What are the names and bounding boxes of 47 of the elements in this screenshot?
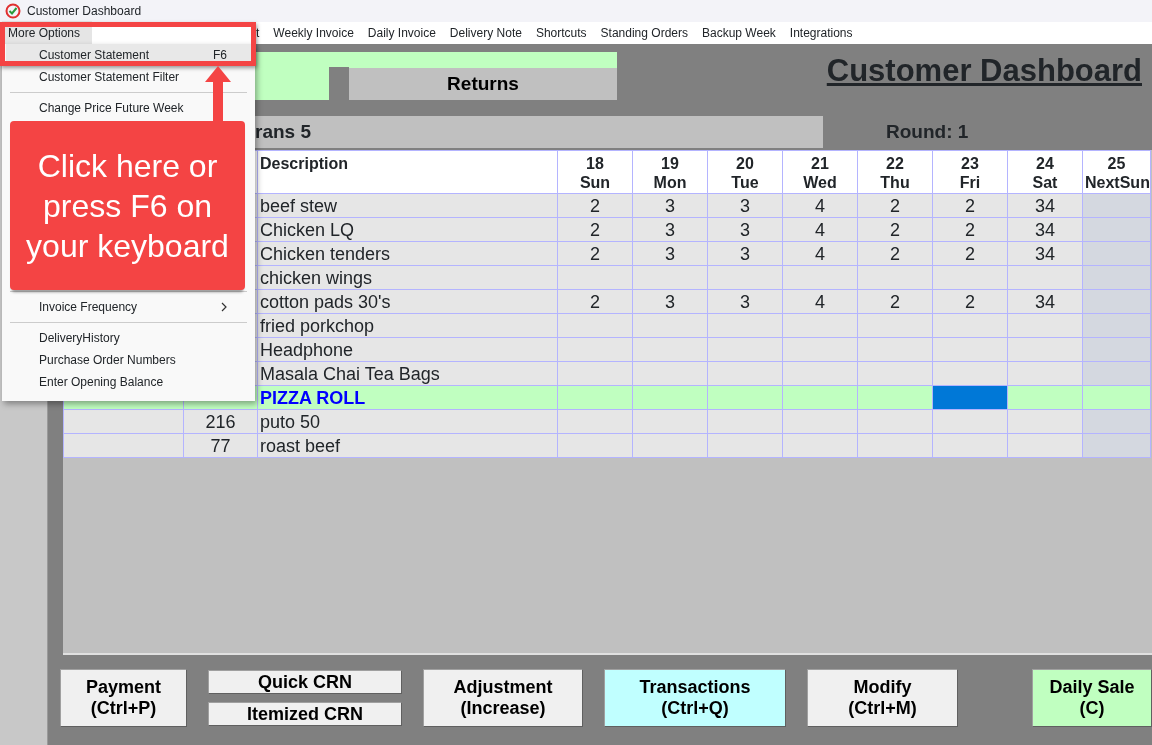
menu-item[interactable]: DeliveryHistory (2, 327, 255, 349)
menu-item[interactable]: Purchase Order Numbers (2, 349, 255, 371)
table-cell: fried porkchop (257, 313, 558, 338)
table-cell: puto 50 (257, 409, 558, 434)
app-logo-icon (5, 3, 21, 19)
menu-item[interactable]: t (249, 24, 267, 42)
table-cell: Masala Chai Tea Bags (257, 361, 558, 386)
table-cell: PIZZA ROLL (257, 385, 558, 410)
table-cell: beef stew (257, 193, 558, 218)
menu-item[interactable]: Weekly Invoice (266, 24, 361, 42)
menu-item[interactable]: Change Price Future Week (2, 97, 255, 119)
tab-button[interactable]: Returns (349, 68, 617, 100)
menu-item[interactable]: Daily Invoice (360, 24, 443, 42)
table-cell: Headphone (257, 337, 558, 362)
callout: Click here or press F6 on your keyboard (10, 121, 245, 290)
page-heading: Customer Dashboard (826, 52, 1142, 90)
table-cell: cotton pads 30's (257, 289, 558, 314)
window-title: Customer Dashboard (27, 3, 142, 20)
column-header: 24 Sat (1007, 150, 1083, 194)
menu-item[interactable]: Invoice Frequency (2, 296, 255, 318)
table-cell: Chicken LQ (257, 217, 558, 242)
callout-arrow (205, 66, 231, 122)
column-header: 18 Sun (557, 150, 633, 194)
action-button[interactable]: Modify (Ctrl+M) (807, 669, 958, 727)
column-header: 19 Mon (632, 150, 708, 194)
round-label: Round: 1 (886, 119, 969, 144)
action-button[interactable]: Itemized CRN (208, 702, 402, 726)
menu-item[interactable]: Backup Week (695, 24, 783, 42)
column-header: 21 Wed (782, 150, 858, 194)
action-button[interactable]: Daily Sale (C) (1032, 669, 1152, 727)
menu-item[interactable]: Standing Orders (593, 24, 695, 42)
table-cell: roast beef (257, 433, 558, 458)
column-header: 23 Fri (932, 150, 1008, 194)
column-header: 20 Tue (707, 150, 783, 194)
menu-item[interactable]: Enter Opening Balance (2, 371, 255, 393)
menu-item[interactable]: Delivery Note (442, 24, 529, 42)
action-button[interactable]: Transactions (Ctrl+Q) (604, 669, 786, 727)
column-header: Description (257, 150, 558, 194)
menu-item[interactable]: Integrations (782, 24, 860, 42)
menu-item[interactable]: Shortcuts (528, 24, 594, 42)
table-cell: chicken wings (257, 265, 558, 290)
table-cell: Chicken tenders (257, 241, 558, 266)
column-header: 25 NextSun (1082, 150, 1151, 194)
action-button[interactable]: Payment (Ctrl+P) (60, 669, 187, 727)
action-button[interactable]: Adjustment (Increase) (423, 669, 583, 727)
column-header: 22 Thu (857, 150, 933, 194)
action-button[interactable]: Quick CRN (208, 670, 402, 694)
